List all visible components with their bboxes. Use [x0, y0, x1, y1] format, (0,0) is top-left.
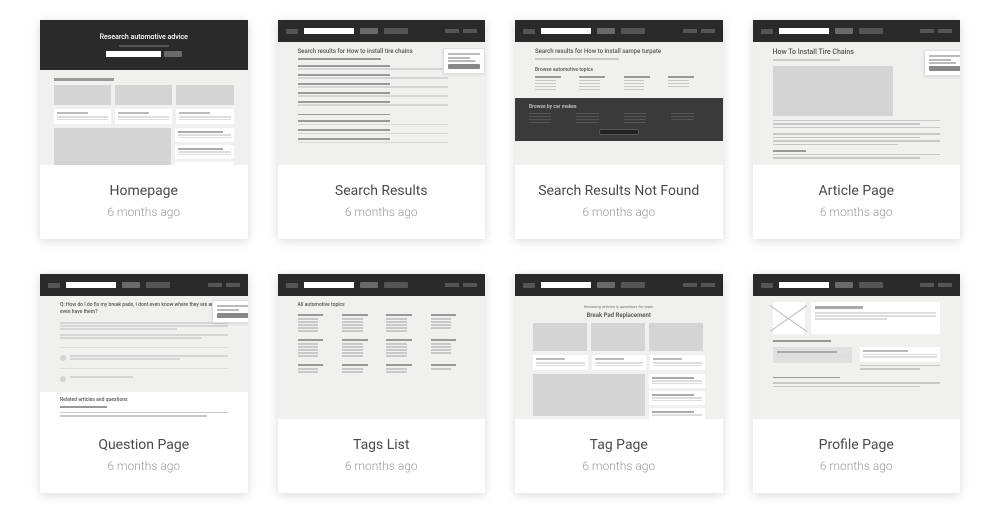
- browsing-label: Browsing articles & questions for topic: [533, 304, 705, 309]
- card-timestamp: 6 months ago: [290, 459, 474, 473]
- article-heading: How To Install Tire Chains: [773, 48, 941, 56]
- hero-title: Research automotive advice: [100, 33, 188, 41]
- card-search-not-found[interactable]: Search results for How to install sampe …: [515, 20, 723, 239]
- card-title: Article Page: [765, 183, 949, 199]
- card-title: Tag Page: [527, 437, 711, 453]
- card-timestamp: 6 months ago: [527, 205, 711, 219]
- card-profile-page[interactable]: Profile Page 6 months ago: [753, 274, 961, 493]
- card-meta: Question Page 6 months ago: [40, 419, 248, 493]
- makes-heading: Browse by car makes: [529, 104, 709, 110]
- thumbnail: All automotive topics: [278, 274, 486, 419]
- card-meta: Search Results Not Found 6 months ago: [515, 165, 723, 239]
- related-heading: Related articles and questions: [60, 397, 228, 403]
- card-search-results[interactable]: Search results for How to install tire c…: [278, 20, 486, 239]
- card-meta: Article Page 6 months ago: [753, 165, 961, 239]
- thumbnail: Research automotive advice: [40, 20, 248, 165]
- thumbnail: Search results for How to install tire c…: [278, 20, 486, 165]
- card-title: Profile Page: [765, 437, 949, 453]
- card-meta: Homepage 6 months ago: [40, 165, 248, 239]
- card-timestamp: 6 months ago: [527, 459, 711, 473]
- card-title: Tags List: [290, 437, 474, 453]
- card-meta: Profile Page 6 months ago: [753, 419, 961, 493]
- card-timestamp: 6 months ago: [290, 205, 474, 219]
- card-homepage[interactable]: Research automotive advice: [40, 20, 248, 239]
- wireframe-grid: Research automotive advice: [40, 20, 960, 493]
- card-timestamp: 6 months ago: [765, 459, 949, 473]
- card-timestamp: 6 months ago: [52, 459, 236, 473]
- browse-heading: Browse automotive topics: [535, 67, 703, 73]
- thumbnail: Browsing articles & questions for topic …: [515, 274, 723, 419]
- card-meta: Search Results 6 months ago: [278, 165, 486, 239]
- card-meta: Tag Page 6 months ago: [515, 419, 723, 493]
- avatar-placeholder: [773, 302, 805, 334]
- question-heading: Q: How do I do fix my break pads, I dont…: [60, 302, 228, 315]
- card-timestamp: 6 months ago: [765, 205, 949, 219]
- card-timestamp: 6 months ago: [52, 205, 236, 219]
- card-title: Homepage: [52, 183, 236, 199]
- tag-name: Break Pad Replacement: [533, 312, 705, 319]
- thumbnail: Q: How do I do fix my break pads, I dont…: [40, 274, 248, 419]
- thumbnail: Search results for How to install sampe …: [515, 20, 723, 165]
- search-heading: Search results for How to install tire c…: [298, 48, 466, 55]
- card-article-page[interactable]: How To Install Tire Chains: [753, 20, 961, 239]
- card-title: Search Results Not Found: [527, 183, 711, 199]
- thumbnail: How To Install Tire Chains: [753, 20, 961, 165]
- tags-heading: All automotive topics: [298, 302, 466, 308]
- thumbnail: [753, 274, 961, 419]
- card-tag-page[interactable]: Browsing articles & questions for topic …: [515, 274, 723, 493]
- card-title: Question Page: [52, 437, 236, 453]
- card-title: Search Results: [290, 183, 474, 199]
- card-question-page[interactable]: Q: How do I do fix my break pads, I dont…: [40, 274, 248, 493]
- card-tags-list[interactable]: All automotive topics: [278, 274, 486, 493]
- search-heading: Search results for How to install sampe …: [535, 48, 703, 55]
- card-meta: Tags List 6 months ago: [278, 419, 486, 493]
